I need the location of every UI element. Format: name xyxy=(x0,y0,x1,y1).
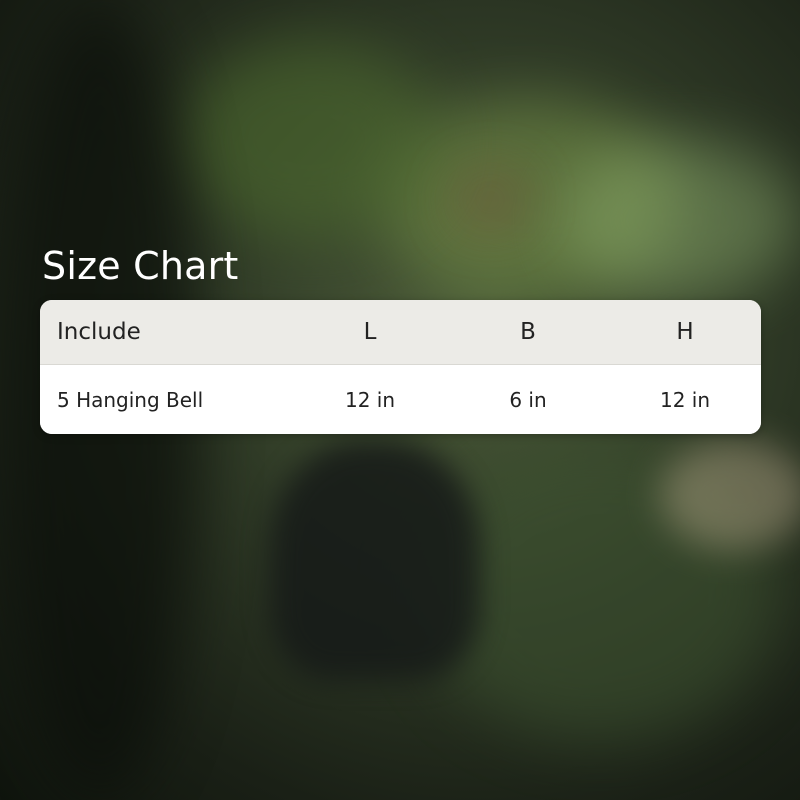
table-cell: 6 in xyxy=(509,387,547,412)
background-branch xyxy=(660,440,800,550)
column-header: H xyxy=(676,319,694,345)
background-foliage xyxy=(560,140,800,300)
column-header: Include xyxy=(57,319,141,345)
table-header-row: Include L B H xyxy=(40,300,761,365)
page-title: Size Chart xyxy=(42,244,239,288)
table-row: 5 Hanging Bell 12 in 6 in 12 in xyxy=(40,365,761,434)
background-bell xyxy=(270,440,480,680)
column-header: L xyxy=(363,319,377,345)
table-cell: 5 Hanging Bell xyxy=(57,387,204,412)
background-foliage xyxy=(180,40,440,240)
table-cell: 12 in xyxy=(344,387,396,412)
column-header: B xyxy=(520,319,536,345)
table-cell: 12 in xyxy=(659,387,711,412)
background-foliage xyxy=(460,180,520,220)
size-chart-table: Include L B H 5 Hanging Bell 12 in 6 in … xyxy=(40,300,761,434)
